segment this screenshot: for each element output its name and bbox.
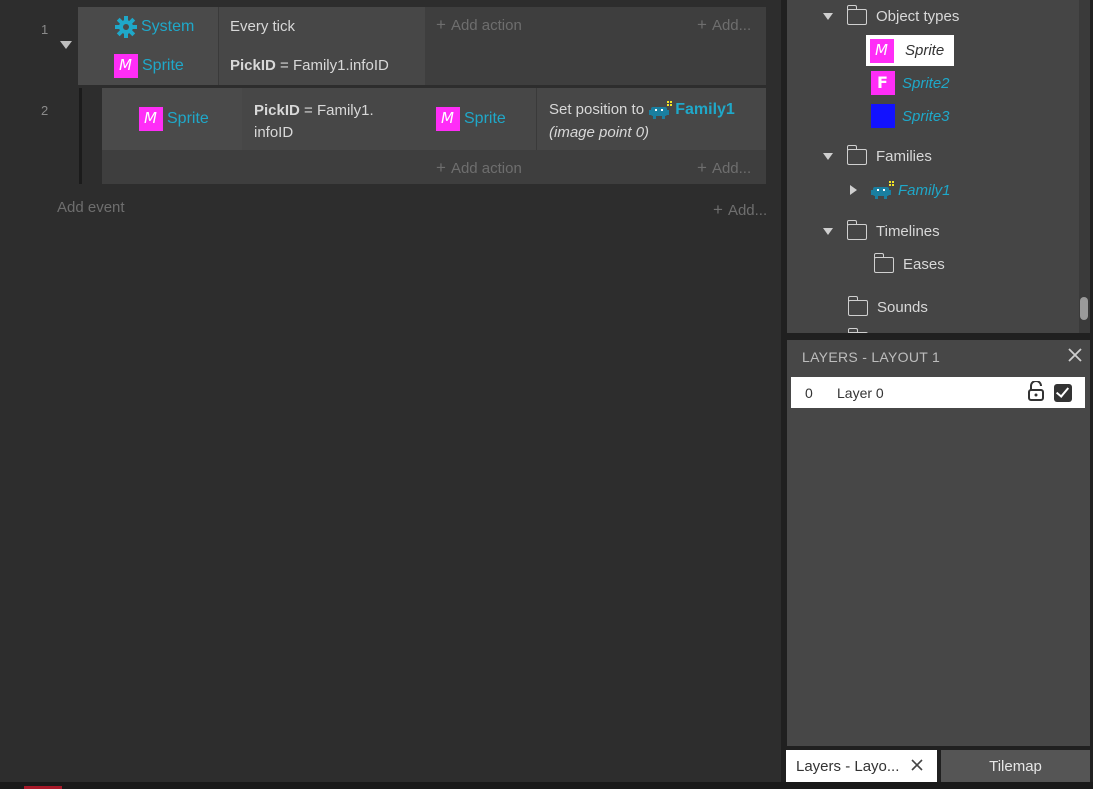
- tree-item-sprite[interactable]: Sprite: [866, 35, 954, 66]
- close-icon[interactable]: [911, 758, 923, 775]
- tree-item-family1[interactable]: Family1: [850, 180, 951, 200]
- tree-label: Family1: [898, 181, 951, 199]
- layer-name: Layer 0: [837, 384, 884, 401]
- condition-object-sprite[interactable]: Sprite: [102, 88, 242, 150]
- sub-event-indent: [79, 88, 82, 184]
- condition-object-sprite[interactable]: Sprite: [78, 46, 218, 85]
- layers-panel: LAYERS - LAYOUT 1 0 Layer 0: [787, 340, 1090, 746]
- event-1-conditions[interactable]: System Every tick Sprite PickID = Family…: [78, 7, 425, 85]
- sprite-m-icon: [870, 38, 894, 63]
- event-number: 1: [41, 22, 49, 37]
- family-icon: [648, 100, 674, 120]
- object-name: Sprite: [167, 110, 209, 127]
- add-action-button[interactable]: + Add action: [436, 158, 522, 178]
- folder-icon: [846, 4, 867, 25]
- condition-object-system[interactable]: System: [78, 7, 218, 46]
- tree-label: Sprite2: [902, 74, 950, 92]
- tree-sounds[interactable]: Sounds: [847, 295, 928, 316]
- add-more-button[interactable]: + Add...: [697, 15, 751, 35]
- object-name: Sprite: [464, 110, 506, 127]
- tab-label: Layers - Layo...: [796, 757, 900, 775]
- tree-label: Sounds: [877, 299, 928, 316]
- tree-families[interactable]: Families: [823, 144, 932, 165]
- action-text[interactable]: Set position to Family1 (image point 0): [537, 88, 766, 150]
- condition-text[interactable]: Every tick: [218, 7, 425, 46]
- event-2-actions: Sprite Set position to: [425, 88, 766, 184]
- sprite-icon: [139, 107, 163, 131]
- event-sheet: 1 System Every tick M Sprite PickID = Fa…: [0, 0, 781, 782]
- expand-icon[interactable]: [823, 228, 833, 235]
- event-number: 2: [41, 103, 49, 118]
- object-name: System: [141, 17, 195, 35]
- tree-label: Object types: [876, 8, 960, 25]
- tree-label: Sprite: [905, 42, 945, 59]
- tree-label: Sprite3: [902, 107, 950, 125]
- layer-index: 0: [805, 384, 813, 401]
- folder-icon: [873, 252, 894, 273]
- event-2-conditions[interactable]: Sprite PickID = Family1. infoID: [102, 88, 425, 184]
- tree-item-sprite3[interactable]: Sprite3: [871, 104, 950, 128]
- condition-keyword: PickID: [254, 102, 300, 119]
- add-action-button[interactable]: + Add action: [436, 15, 522, 35]
- object-name: Sprite: [142, 56, 184, 74]
- panel-header: LAYERS - LAYOUT 1: [787, 340, 1090, 373]
- tab-tilemap[interactable]: Tilemap: [941, 750, 1090, 782]
- condition-label: = Family1.: [299, 102, 374, 119]
- folder-icon: [846, 219, 867, 240]
- action-label: Set position to: [549, 101, 649, 118]
- tree-eases[interactable]: Eases: [873, 252, 945, 273]
- project-panel: Object types Sprite Sprite2 Sprite3 Fami…: [787, 0, 1090, 333]
- add-event-more-button[interactable]: + Add...: [713, 200, 767, 220]
- folder-icon: [846, 144, 867, 165]
- sprite-icon: [114, 53, 138, 78]
- tree-label: Timelines: [876, 223, 940, 240]
- add-event-button[interactable]: Add event: [57, 199, 125, 216]
- tree-label: Eases: [903, 256, 945, 273]
- gear-icon: [115, 15, 137, 38]
- condition-text[interactable]: PickID = Family1.infoID: [218, 46, 425, 85]
- tree-item-sprite2[interactable]: Sprite2: [871, 71, 950, 95]
- condition-keyword: PickID: [230, 57, 276, 74]
- tree-object-types[interactable]: Object types: [823, 4, 960, 25]
- tab-label: Tilemap: [989, 757, 1042, 775]
- layer-row[interactable]: 0 Layer 0: [791, 377, 1085, 408]
- project-scrollbar[interactable]: [1079, 0, 1090, 333]
- close-icon[interactable]: [1068, 348, 1082, 362]
- condition-label: Every tick: [230, 18, 296, 35]
- expand-icon[interactable]: [850, 185, 857, 195]
- folder-icon: [847, 328, 868, 333]
- event-1-actions: + Add action + Add...: [425, 7, 766, 85]
- action-target: Family1: [675, 101, 735, 118]
- scrollbar-thumb[interactable]: [1080, 297, 1088, 320]
- collapse-event-icon[interactable]: [60, 41, 72, 49]
- visible-checkbox[interactable]: [1054, 383, 1072, 402]
- condition-text[interactable]: PickID = Family1. infoID: [242, 88, 425, 150]
- tree-label: Families: [876, 148, 932, 165]
- action-param: (image point 0): [549, 124, 650, 141]
- family-icon: [870, 180, 896, 200]
- sprite-blue-icon: [871, 104, 895, 128]
- expand-icon[interactable]: [823, 13, 833, 20]
- folder-icon: [847, 295, 868, 316]
- sprite-f-icon: [871, 71, 895, 95]
- status-strip: [0, 782, 1093, 789]
- panel-title: LAYERS - LAYOUT 1: [802, 348, 941, 365]
- add-more-button[interactable]: + Add...: [697, 158, 751, 178]
- tree-timelines[interactable]: Timelines: [823, 219, 940, 240]
- sprite-icon: [436, 107, 460, 131]
- unlock-icon[interactable]: [1027, 380, 1045, 404]
- tab-layers[interactable]: Layers - Layo...: [786, 750, 937, 782]
- condition-label: = Family1.infoID: [275, 57, 389, 74]
- action-object-sprite[interactable]: Sprite: [425, 88, 536, 150]
- expand-icon[interactable]: [823, 153, 833, 160]
- condition-label-cont: infoID: [254, 124, 294, 141]
